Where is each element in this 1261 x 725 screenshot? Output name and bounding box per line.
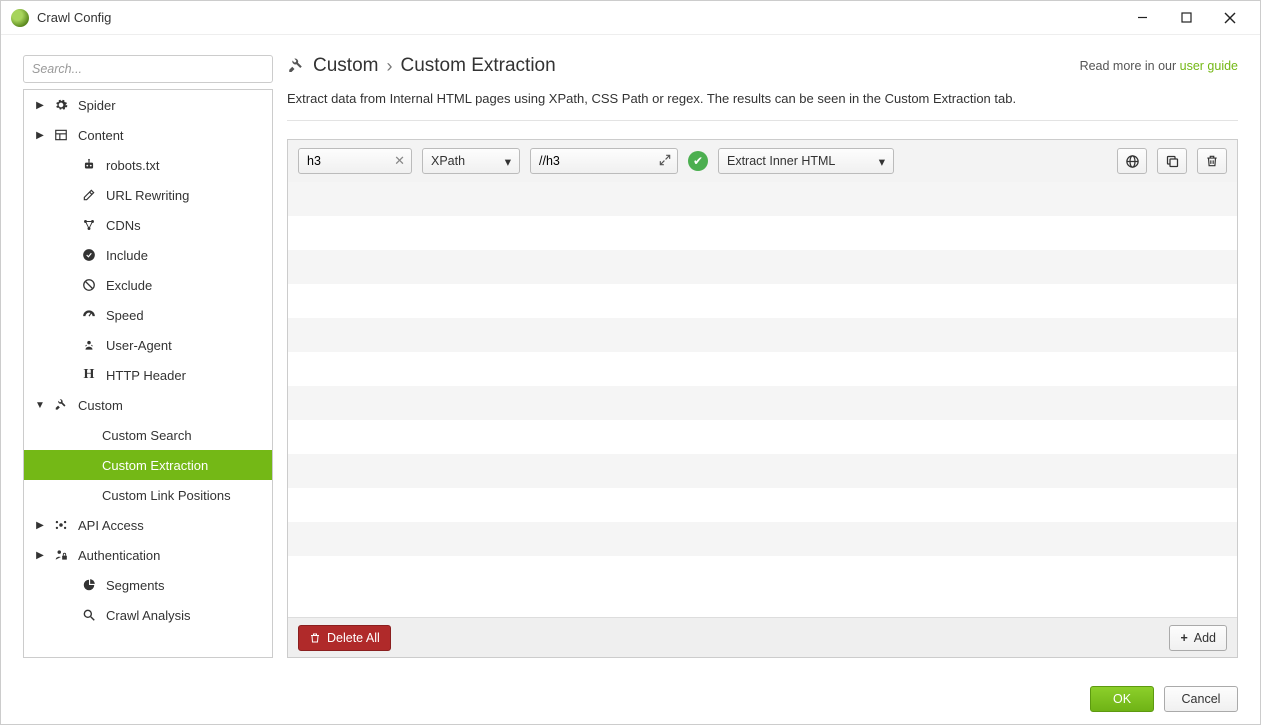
sidebar-item-speed[interactable]: Speed <box>24 300 272 330</box>
sidebar-item-label: robots.txt <box>106 158 159 173</box>
sidebar-item-api-access[interactable]: ▶ API Access <box>24 510 272 540</box>
tools-icon <box>52 398 70 412</box>
sidebar-item-include[interactable]: Include <box>24 240 272 270</box>
extraction-rules: ✕ XPath ▾ ✔ Extract Inner HTML ▾ <box>287 139 1238 658</box>
sidebar-item-crawl-analysis[interactable]: Crawl Analysis <box>24 600 272 630</box>
sidebar-item-label: Content <box>78 128 124 143</box>
robot-icon <box>80 158 98 172</box>
readmore-text: Read more in our user guide <box>1080 59 1238 73</box>
search-icon <box>80 608 98 622</box>
chevron-down-icon: ▾ <box>505 154 511 169</box>
expression-input[interactable] <box>530 148 678 174</box>
sidebar-item-label: Custom Extraction <box>102 458 208 473</box>
caret-icon: ▶ <box>34 520 46 531</box>
page-description: Extract data from Internal HTML pages us… <box>287 91 1238 106</box>
maximize-button[interactable] <box>1164 3 1208 33</box>
sidebar-item-label: Crawl Analysis <box>106 608 191 623</box>
sidebar-item-label: User-Agent <box>106 338 172 353</box>
browse-button[interactable] <box>1117 148 1147 174</box>
cancel-button[interactable]: Cancel <box>1164 686 1238 712</box>
breadcrumb-root: Custom <box>313 55 378 77</box>
add-button[interactable]: +Add <box>1169 625 1227 651</box>
sidebar-item-authentication[interactable]: ▶ Authentication <box>24 540 272 570</box>
search-input[interactable] <box>32 62 264 76</box>
caret-icon: ▼ <box>34 400 46 411</box>
letter-h-icon: H <box>80 367 98 383</box>
edit-icon <box>80 188 98 202</box>
extraction-rule-row: ✕ XPath ▾ ✔ Extract Inner HTML ▾ <box>288 140 1237 182</box>
app-icon <box>11 9 29 27</box>
sidebar-item-label: Custom <box>78 398 123 413</box>
globe-dots-icon <box>52 518 70 532</box>
tools-icon <box>287 57 305 75</box>
sidebar-item-label: CDNs <box>106 218 141 233</box>
sidebar-item-custom[interactable]: ▼ Custom <box>24 390 272 420</box>
expand-icon[interactable] <box>658 153 672 167</box>
check-circle-icon <box>80 248 98 262</box>
extractor-name-input[interactable]: ✕ <box>298 148 412 174</box>
sidebar-item-label: Speed <box>106 308 144 323</box>
close-button[interactable] <box>1208 3 1252 33</box>
minimize-button[interactable] <box>1120 3 1164 33</box>
sidebar-tree: ▶ Spider ▶ Content robots.txt URL Rewriting CD… <box>23 89 273 658</box>
sidebar-search[interactable] <box>23 55 273 83</box>
sidebar-item-cdns[interactable]: CDNs <box>24 210 272 240</box>
clear-name-icon[interactable]: ✕ <box>394 153 405 169</box>
main-panel: Custom › Custom Extraction Read more in … <box>287 55 1238 658</box>
sidebar: ▶ Spider ▶ Content robots.txt URL Rewriting CD… <box>23 55 273 658</box>
sidebar-item-label: Authentication <box>78 548 160 563</box>
sidebar-item-custom-search[interactable]: Custom Search <box>24 420 272 450</box>
sidebar-item-content[interactable]: ▶ Content <box>24 120 272 150</box>
gauge-icon <box>80 308 98 322</box>
window-title: Crawl Config <box>37 10 111 25</box>
breadcrumb-separator: › <box>386 56 392 77</box>
titlebar: Crawl Config <box>1 1 1260 35</box>
sidebar-item-segments[interactable]: Segments <box>24 570 272 600</box>
delete-row-button[interactable] <box>1197 148 1227 174</box>
network-icon <box>80 218 98 232</box>
ok-button[interactable]: OK <box>1090 686 1154 712</box>
gear-icon <box>52 98 70 112</box>
sidebar-item-label: Segments <box>106 578 165 593</box>
sidebar-item-label: Exclude <box>106 278 152 293</box>
ban-icon <box>80 278 98 292</box>
user-guide-link[interactable]: user guide <box>1180 59 1238 73</box>
caret-icon: ▶ <box>34 100 46 111</box>
breadcrumb: Custom › Custom Extraction <box>287 55 556 77</box>
sidebar-item-spider[interactable]: ▶ Spider <box>24 90 272 120</box>
valid-indicator-icon: ✔ <box>688 151 708 171</box>
layout-icon <box>52 128 70 142</box>
lock-user-icon <box>52 548 70 562</box>
chevron-down-icon: ▾ <box>879 154 885 169</box>
sidebar-item-label: Spider <box>78 98 116 113</box>
user-secret-icon <box>80 338 98 352</box>
sidebar-item-label: URL Rewriting <box>106 188 189 203</box>
sidebar-item-user-agent[interactable]: User-Agent <box>24 330 272 360</box>
caret-icon: ▶ <box>34 550 46 561</box>
sidebar-item-label: Custom Search <box>102 428 192 443</box>
rules-empty-area <box>288 182 1237 617</box>
breadcrumb-leaf: Custom Extraction <box>400 55 555 77</box>
method-select[interactable]: XPath ▾ <box>422 148 520 174</box>
sidebar-item-label: Include <box>106 248 148 263</box>
sidebar-item-label: Custom Link Positions <box>102 488 231 503</box>
sidebar-item-http-header[interactable]: H HTTP Header <box>24 360 272 390</box>
sidebar-item-robots-txt[interactable]: robots.txt <box>24 150 272 180</box>
extract-mode-select[interactable]: Extract Inner HTML ▾ <box>718 148 894 174</box>
sidebar-item-url-rewriting[interactable]: URL Rewriting <box>24 180 272 210</box>
sidebar-item-custom-extraction[interactable]: Custom Extraction <box>24 450 272 480</box>
sidebar-item-label: API Access <box>78 518 144 533</box>
sidebar-item-exclude[interactable]: Exclude <box>24 270 272 300</box>
pie-icon <box>80 578 98 592</box>
duplicate-button[interactable] <box>1157 148 1187 174</box>
caret-icon: ▶ <box>34 130 46 141</box>
sidebar-item-label: HTTP Header <box>106 368 186 383</box>
dialog-footer: OK Cancel <box>1 674 1260 724</box>
sidebar-item-custom-link-positions[interactable]: Custom Link Positions <box>24 480 272 510</box>
delete-all-button[interactable]: Delete All <box>298 625 391 651</box>
